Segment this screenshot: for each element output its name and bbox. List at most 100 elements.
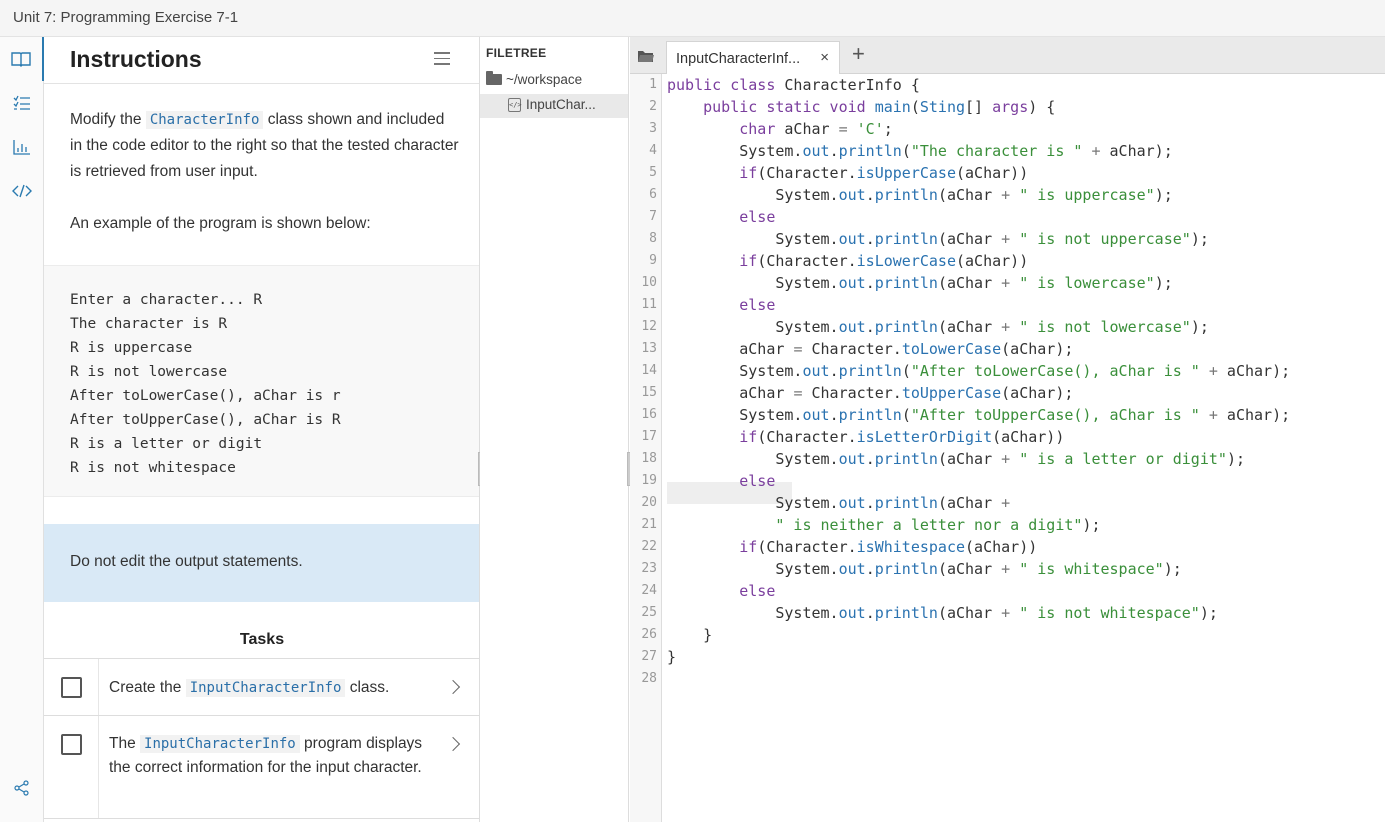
editor-tab-bar: InputCharacterInf... × + [630, 37, 1385, 74]
instructions-paragraph-1: Modify the CharacterInfo class shown and… [70, 107, 460, 185]
line-number: 27 [641, 649, 657, 664]
line-number: 23 [641, 561, 657, 576]
list-icon[interactable] [0, 81, 44, 125]
code-line: System.out.println(aChar + " is not uppe… [667, 230, 1209, 248]
code-line: System.out.println("After toUpperCase(),… [667, 406, 1291, 424]
note-callout: Do not edit the output statements. [44, 524, 479, 602]
example-line: After toLowerCase(), aChar is r [70, 388, 341, 404]
task-text-after: class. [345, 679, 390, 696]
folder-open-icon [486, 71, 502, 85]
code-line: System.out.println(aChar + " is whitespa… [667, 560, 1182, 578]
folder-label: ~/workspace [506, 72, 583, 87]
line-number: 16 [641, 407, 657, 422]
line-number: 17 [641, 429, 657, 444]
note-text: Do not edit the output statements. [70, 553, 303, 570]
line-number: 6 [649, 187, 657, 202]
code-line: else [739, 582, 776, 600]
code-line: System.out.println("After toLowerCase(),… [667, 362, 1291, 380]
chart-icon[interactable] [0, 125, 44, 169]
line-number-gutter: 1 2 3 4 5 6 7 8 9 10 11 12 13 14 15 16 17 18 19 20 21 22 23 24 2… [630, 74, 662, 822]
code-line: aChar = Character.toUpperCase(aChar); [667, 384, 1074, 402]
folder-workspace[interactable]: ~/workspace [486, 71, 583, 87]
line-number: 10 [641, 275, 657, 290]
task-checkbox[interactable] [61, 677, 82, 698]
code-line: aChar = Character.toLowerCase(aChar); [667, 340, 1074, 358]
line-number: 24 [641, 583, 657, 598]
code-line: System.out.println(aChar + " is not lowe… [667, 318, 1209, 336]
task-divider [98, 716, 99, 818]
example-line: R is not whitespace [70, 460, 236, 476]
example-output: Enter a character... R The character is … [70, 288, 341, 480]
code-line: System.out.println(aChar + " is not whit… [667, 604, 1218, 622]
para1-text-before: Modify the [70, 111, 146, 128]
window-title: Unit 7: Programming Exercise 7-1 [13, 9, 239, 26]
task-checkbox[interactable] [61, 734, 82, 755]
example-line: R is a letter or digit [70, 436, 263, 452]
tasks-title: Tasks [239, 631, 285, 648]
code-icon[interactable] [0, 169, 44, 213]
example-line: R is not lowercase [70, 364, 228, 380]
code-line: else [739, 472, 776, 490]
code-line: else [739, 208, 776, 226]
line-number: 18 [641, 451, 657, 466]
instructions-panel: Instructions Modify the CharacterInfo cl… [44, 37, 480, 822]
line-number: 4 [649, 143, 657, 158]
inline-code-inputcharacterinfo: InputCharacterInfo [185, 679, 346, 697]
code-editor: InputCharacterInf... × + 1 2 3 4 5 6 7 8 9 10 11 12… [630, 37, 1385, 822]
line-number: 14 [641, 363, 657, 378]
task-text: The InputCharacterInfo program displays … [109, 732, 429, 779]
editor-tab[interactable]: InputCharacterInf... × [666, 41, 840, 74]
line-number: 2 [649, 99, 657, 114]
instructions-title: Instructions [70, 46, 202, 72]
line-number: 11 [641, 297, 657, 312]
chevron-right-icon[interactable] [445, 736, 461, 752]
line-number: 7 [649, 209, 657, 224]
line-number: 9 [649, 253, 657, 268]
inline-code-characterinfo: CharacterInfo [145, 111, 264, 129]
line-number: 26 [641, 627, 657, 642]
file-inputcharacterinfo[interactable]: </> InputChar... [508, 97, 596, 112]
line-number: 5 [649, 165, 657, 180]
file-label: InputChar... [526, 97, 596, 112]
code-line: if(Character.isLetterOrDigit(aChar)) [739, 428, 1065, 446]
book-icon[interactable] [0, 37, 44, 81]
code-line: char aChar = 'C'; [739, 120, 893, 138]
code-line: if(Character.isWhitespace(aChar)) [739, 538, 1038, 556]
task-item-1[interactable]: Create the InputCharacterInfo class. [44, 658, 479, 715]
hamburger-menu-icon[interactable] [434, 52, 450, 66]
instructions-header: Instructions [44, 37, 479, 84]
example-line: The character is R [70, 316, 228, 332]
task-text-before: The [109, 735, 141, 752]
task-item-2[interactable]: The InputCharacterInfo program displays … [44, 715, 479, 819]
line-number: 20 [641, 495, 657, 510]
chevron-right-icon[interactable] [445, 679, 461, 695]
filetree-heading: FILETREE [486, 46, 547, 60]
code-line: } [667, 626, 713, 644]
line-number: 1 [649, 77, 657, 92]
code-line: System.out.println(aChar + " is lowercas… [667, 274, 1173, 292]
code-line: if(Character.isUpperCase(aChar)) [739, 164, 1029, 182]
editor-tab-label: InputCharacterInf... [676, 51, 801, 67]
line-number: 12 [641, 319, 657, 334]
line-number: 22 [641, 539, 657, 554]
share-icon[interactable] [0, 766, 44, 810]
line-number: 19 [641, 473, 657, 488]
java-file-icon: </> [508, 97, 522, 112]
example-line: After toUpperCase(), aChar is R [70, 412, 341, 428]
inline-code-inputcharacterinfo: InputCharacterInfo [140, 735, 300, 753]
filetree-panel: FILETREE ~/workspace </> InputChar... [480, 37, 629, 822]
code-line: public class CharacterInfo { [667, 76, 920, 94]
code-line: } [667, 648, 677, 666]
task-divider [98, 659, 99, 715]
title-bar: Unit 7: Programming Exercise 7-1 [0, 0, 1385, 37]
line-number: 3 [649, 121, 657, 136]
line-number: 28 [641, 671, 657, 686]
task-text-before: Create the [109, 679, 186, 696]
code-line: " is neither a letter nor a digit"); [775, 516, 1101, 534]
add-tab-button[interactable]: + [852, 41, 865, 67]
example-output-block: Enter a character... R The character is … [44, 265, 479, 497]
folder-toggle-icon[interactable] [630, 37, 662, 74]
line-number: 13 [641, 341, 657, 356]
close-tab-icon[interactable]: × [820, 49, 829, 66]
line-number: 8 [649, 231, 657, 246]
